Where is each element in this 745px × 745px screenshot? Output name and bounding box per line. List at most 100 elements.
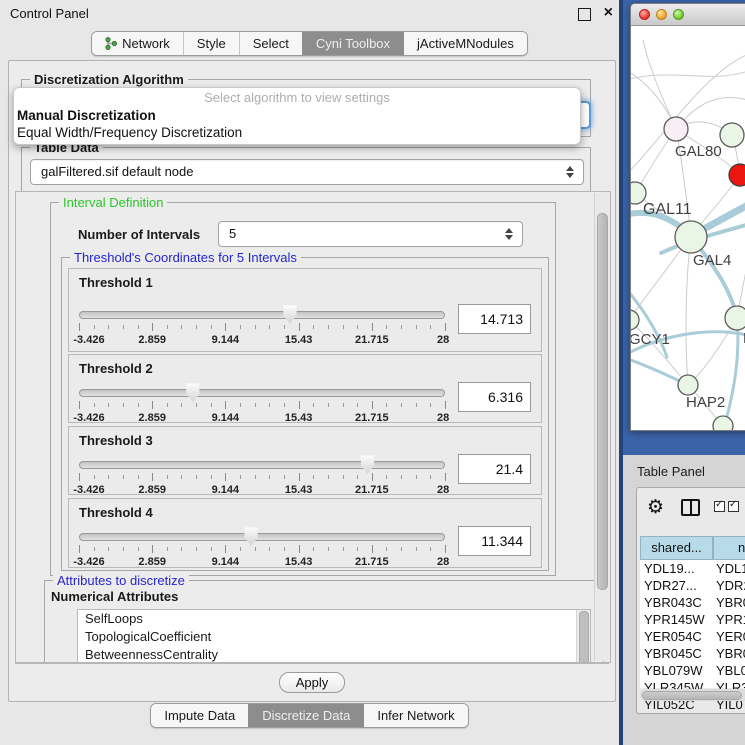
node-label: GCY1 [631, 331, 670, 348]
settings-vertical-scrollbar[interactable] [594, 193, 609, 661]
scrollbar-thumb[interactable] [642, 691, 742, 700]
threshold-1-value-field[interactable]: 14.713 [458, 304, 531, 334]
scrollbar-thumb[interactable] [597, 213, 608, 590]
tab-cyni-toolbox[interactable]: Cyni Toolbox [302, 32, 403, 55]
num-intervals-combobox[interactable]: 5 [218, 221, 523, 247]
table-row[interactable]: YPR145WYPR1 [640, 611, 745, 628]
checkbox-checked-icon[interactable] [714, 501, 725, 512]
network-canvas[interactable]: GAL80 GA C GAL11 GAL4 GCY1 H HAP2 [631, 25, 745, 430]
threshold-label: Threshold 1 [79, 275, 531, 290]
tab-discretize-data[interactable]: Discretize Data [248, 704, 363, 727]
table-data-combobox[interactable]: galFiltered.sif default node [30, 159, 584, 185]
node-gal4[interactable] [675, 221, 707, 253]
dropdown-option-equal-width[interactable]: Equal Width/Frequency Discretization [14, 124, 580, 141]
numerical-attributes-label: Numerical Attributes [51, 589, 178, 604]
table-row[interactable]: YBL079WYBL0 [640, 662, 745, 679]
group-title: Threshold's Coordinates for 5 Intervals [70, 250, 301, 265]
slider-thumb[interactable] [360, 455, 375, 474]
slider-tick-labels: -3.4262.8599.14415.4321.71528 [79, 412, 445, 425]
split-columns-icon[interactable] [681, 499, 700, 516]
tab-impute-data[interactable]: Impute Data [151, 704, 248, 727]
minimize-traffic-light-icon[interactable] [656, 9, 667, 20]
stepper-icon[interactable] [505, 228, 513, 240]
float-icon[interactable] [578, 8, 591, 21]
stepper-icon[interactable] [566, 166, 574, 178]
slider-track[interactable] [79, 533, 445, 541]
group-title: Attributes to discretize [53, 573, 189, 588]
num-intervals-label: Number of Intervals [78, 227, 200, 242]
slider-track[interactable] [79, 461, 445, 469]
list-item[interactable]: SelfLoops [78, 610, 590, 628]
table-row[interactable]: YER054CYER0 [640, 628, 745, 645]
panel-title: Control Panel [10, 6, 89, 21]
node-bottom-partial[interactable] [713, 416, 733, 430]
threshold-4-slider[interactable]: -3.4262.8599.14415.4321.71528 [79, 520, 445, 569]
threshold-3-value-field[interactable]: 21.4 [458, 454, 531, 484]
tab-network[interactable]: Network [92, 32, 183, 55]
slider-thumb[interactable] [185, 383, 200, 402]
close-icon[interactable]: × [604, 3, 613, 23]
node-red-selected[interactable] [729, 164, 745, 186]
slider-tick-labels: -3.4262.8599.14415.4321.71528 [79, 334, 445, 347]
threshold-label: Threshold 4 [79, 505, 531, 520]
network-branch-icon [105, 37, 117, 50]
screen: Control Panel × Network Style Select [0, 0, 745, 745]
node-gal80[interactable] [664, 117, 688, 141]
slider-thumb[interactable] [283, 305, 298, 324]
threshold-1-box: Threshold 1 -3.4262.8599.14415.4321.7152… [68, 268, 542, 352]
attributes-group: Attributes to discretize Numerical Attri… [44, 580, 604, 663]
column-header-shared-name[interactable]: shared... [640, 536, 713, 560]
node-hap2[interactable] [678, 375, 698, 395]
gear-icon[interactable]: ⚙ [647, 496, 664, 518]
node-label: GAL11 [643, 201, 692, 218]
thresholds-group: Threshold's Coordinates for 5 Intervals … [61, 257, 549, 571]
interval-definition-group: Interval Definition Number of Intervals … [50, 202, 556, 576]
threshold-3-box: Threshold 3 -3.4262.8599.14415.4321.7152… [68, 426, 542, 495]
table-toolbar: ⚙ [637, 488, 745, 528]
threshold-4-box: Threshold 4 -3.4262.8599.14415.4321.7152… [68, 498, 542, 568]
dropdown-option-manual-discretization[interactable]: Manual Discretization [14, 107, 580, 124]
threshold-1-slider[interactable]: -3.4262.8599.14415.4321.71528 [79, 298, 445, 347]
close-traffic-light-icon[interactable] [639, 9, 650, 20]
node-h[interactable] [725, 306, 745, 330]
column-header-name[interactable]: na [713, 536, 745, 560]
top-tab-bar: Network Style Select Cyni Toolbox jActiv… [0, 31, 619, 56]
tab-select[interactable]: Select [239, 32, 302, 55]
threshold-label: Threshold 2 [79, 361, 531, 376]
group-title: Interval Definition [59, 195, 167, 210]
node-top-right[interactable] [720, 123, 744, 147]
slider-ticks [79, 401, 445, 410]
table-data-group: Table Data galFiltered.sif default node [21, 147, 591, 195]
network-view-window: GAL80 GA C GAL11 GAL4 GCY1 H HAP2 [630, 3, 745, 431]
zoom-traffic-light-icon[interactable] [673, 9, 684, 20]
table-row[interactable]: YDR27...YDR2 [640, 577, 745, 594]
table-horizontal-scrollbar[interactable] [640, 689, 745, 701]
threshold-4-value-field[interactable]: 11.344 [458, 526, 531, 556]
table-body: YDL19...YDL1 YDR27...YDR2 YBR043CYBR0 YP… [640, 560, 745, 688]
threshold-2-value-field[interactable]: 6.316 [458, 382, 531, 412]
tab-style[interactable]: Style [183, 32, 239, 55]
list-item[interactable]: TopologicalCoefficient [78, 628, 590, 646]
dropdown-placeholder: Select algorithm to view settings [14, 88, 580, 107]
table-row[interactable]: YDL19...YDL1 [640, 560, 745, 577]
tab-jactivemnodules[interactable]: jActiveMNodules [403, 32, 527, 55]
threshold-2-box: Threshold 2 -3.4262.8599.14415.4321.7152… [68, 354, 542, 423]
table-panel: Table Panel ⚙ shared... na YDL19...YDL1 … [623, 455, 745, 745]
node-gcy1[interactable] [631, 310, 639, 330]
apply-button[interactable]: Apply [279, 672, 346, 693]
slider-thumb[interactable] [244, 527, 259, 546]
list-item[interactable]: BetweennessCentrality [78, 646, 590, 663]
cyni-toolbox-panel: Discretization Algorithm Select algorith… [8, 60, 616, 702]
node-label: HAP2 [686, 394, 725, 411]
attributes-list-scrollbar[interactable] [576, 610, 590, 663]
group-title: Discretization Algorithm [30, 72, 188, 87]
threshold-3-slider[interactable]: -3.4262.8599.14415.4321.71528 [79, 448, 445, 497]
slider-track[interactable] [79, 311, 445, 319]
table-row[interactable]: YBR045CYBR0 [640, 645, 745, 662]
tab-infer-network[interactable]: Infer Network [363, 704, 467, 727]
checkbox-checked-icon[interactable] [728, 501, 739, 512]
table-panel-title: Table Panel [637, 464, 705, 479]
table-row[interactable]: YBR043CYBR0 [640, 594, 745, 611]
slider-track[interactable] [79, 389, 445, 397]
threshold-2-slider[interactable]: -3.4262.8599.14415.4321.71528 [79, 376, 445, 425]
